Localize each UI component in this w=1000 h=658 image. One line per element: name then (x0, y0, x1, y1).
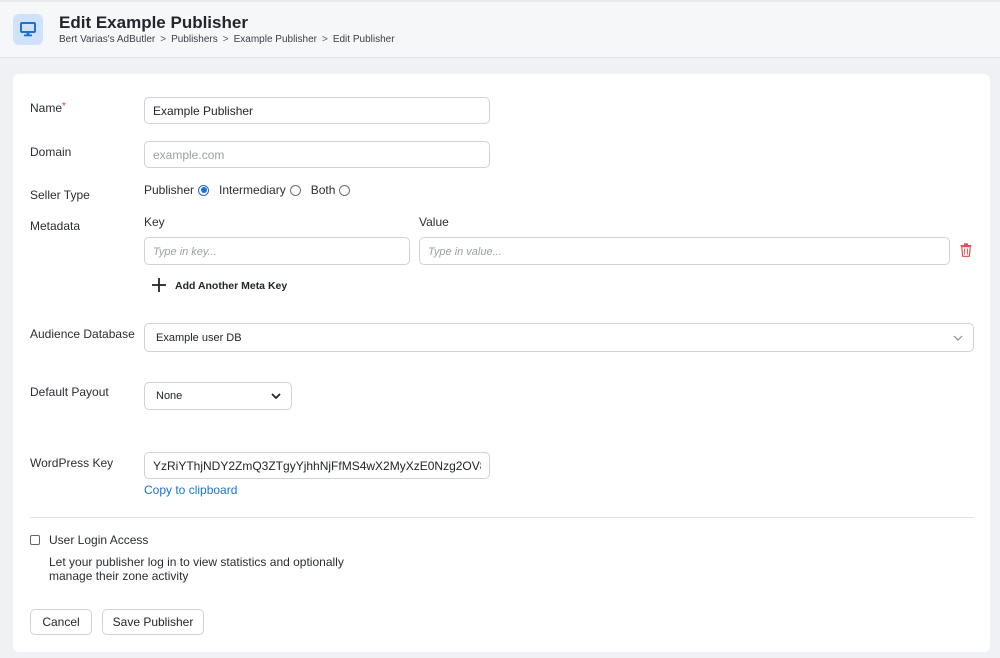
audience-database-label: Audience Database (30, 327, 135, 341)
breadcrumb-separator: > (321, 34, 328, 45)
metadata-label: Metadata (30, 219, 81, 233)
audience-database-select[interactable]: Example user DB (144, 323, 974, 352)
domain-input[interactable] (144, 141, 490, 168)
page-title: Edit Example Publisher (59, 13, 248, 32)
section-divider (30, 517, 974, 518)
domain-label: Domain (30, 145, 72, 159)
required-mark: * (62, 101, 66, 112)
seller-type-option-label: Both (310, 183, 336, 197)
seller-type-label: Seller Type (30, 188, 90, 202)
default-payout-label: Default Payout (30, 385, 109, 399)
user-login-access-description: Let your publisher log in to view statis… (49, 555, 344, 583)
add-meta-key-button[interactable]: Add Another Meta Key (152, 278, 287, 294)
audience-database-value: Example user DB (156, 331, 242, 344)
user-login-access-checkbox[interactable] (30, 535, 40, 545)
radio-button-publisher[interactable] (198, 184, 210, 196)
publisher-form-card: Name* Domain Seller Type Publisher Inter… (13, 74, 990, 652)
seller-type-option-publisher[interactable]: Publisher (144, 183, 210, 197)
name-input[interactable] (144, 97, 490, 124)
wordpress-key-input[interactable] (144, 452, 490, 479)
breadcrumb-separator: > (222, 34, 229, 45)
breadcrumb-item-publisher[interactable]: Example Publisher (234, 34, 317, 45)
name-label-text: Name (30, 101, 63, 115)
seller-type-option-label: Intermediary (219, 183, 286, 197)
breadcrumb-separator: > (160, 34, 167, 45)
breadcrumb-item-current: Edit Publisher (332, 34, 395, 45)
cancel-button[interactable]: Cancel (30, 609, 92, 635)
seller-type-option-both[interactable]: Both (311, 183, 351, 197)
seller-type-option-label: Publisher (144, 183, 195, 197)
copy-to-clipboard-link[interactable]: Copy to clipboard (144, 483, 237, 497)
breadcrumb: Bert Varias's AdButler > Publishers > Exampl… (59, 34, 395, 45)
seller-type-option-intermediary[interactable]: Intermediary (219, 183, 301, 197)
plus-icon (152, 278, 168, 294)
name-label: Name* (30, 101, 66, 115)
user-login-access-label: User Login Access (49, 533, 149, 547)
default-payout-value: None (156, 390, 183, 402)
metadata-value-input[interactable] (419, 237, 950, 265)
seller-type-radio-group: Publisher Intermediary Both (144, 183, 360, 197)
chevron-down-icon (953, 335, 963, 341)
trash-icon[interactable] (960, 243, 972, 257)
radio-button-intermediary[interactable] (289, 184, 301, 196)
metadata-key-input[interactable] (144, 237, 410, 265)
chevron-down-icon (271, 393, 281, 399)
metadata-value-header: Value (419, 215, 449, 229)
page-header: Edit Example Publisher Bert Varias's AdB… (0, 0, 1000, 58)
default-payout-select[interactable]: None (144, 382, 292, 410)
wordpress-key-label: WordPress Key (30, 456, 114, 470)
save-publisher-button[interactable]: Save Publisher (102, 609, 204, 635)
metadata-key-header: Key (144, 215, 165, 229)
breadcrumb-item-account[interactable]: Bert Varias's AdButler (59, 34, 155, 45)
breadcrumb-item-publishers[interactable]: Publishers (171, 34, 218, 45)
monitor-icon (13, 14, 43, 45)
radio-button-both[interactable] (339, 184, 351, 196)
add-meta-key-label: Add Another Meta Key (175, 280, 288, 292)
